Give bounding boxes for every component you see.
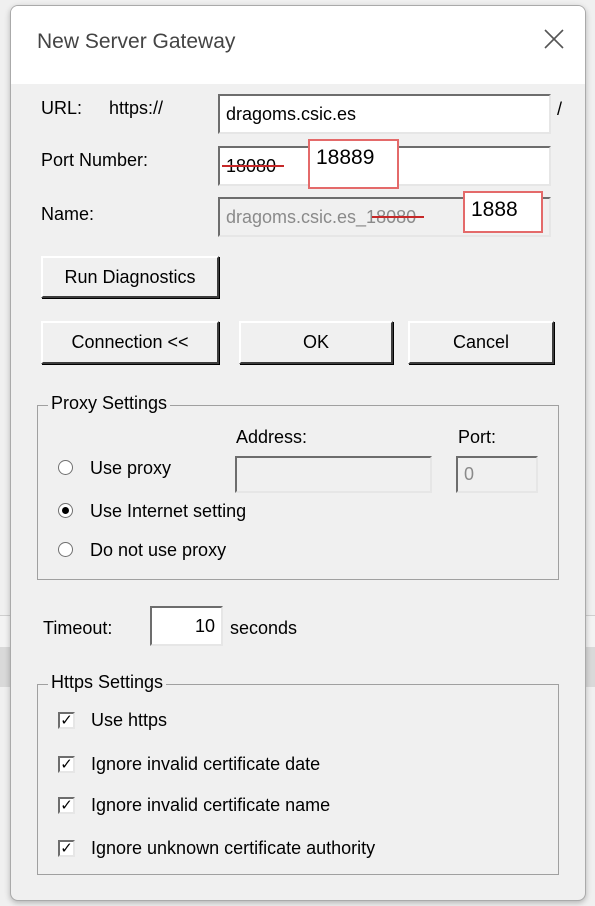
timeout-unit-label: seconds [230,618,298,638]
run-diagnostics-label: Run Diagnostics [64,266,196,287]
ignore-invalid-cert-date-checkbox[interactable]: ✓ [58,756,75,773]
close-icon[interactable] [539,24,569,54]
proxy-address-label: Address: [236,427,308,447]
url-input[interactable]: dragoms.csic.es [218,94,551,134]
port-number-label: Port Number: [41,150,149,170]
strikethrough-mark [372,216,425,219]
use-https-label[interactable]: Use https [91,710,167,731]
name-label: Name: [41,204,95,224]
do-not-use-proxy-label[interactable]: Do not use proxy [90,540,226,561]
dialog-title: New Server Gateway [37,30,236,53]
url-suffix-label: / [557,99,563,119]
port-annotation-box: 18889 [308,139,399,189]
cancel-label: Cancel [452,332,510,352]
use-proxy-label[interactable]: Use proxy [90,458,171,479]
timeout-value: 10 [194,616,215,636]
ok-label: OK [302,332,329,352]
use-internet-setting-radio[interactable] [58,503,73,518]
run-diagnostics-button[interactable]: Run Diagnostics [41,256,219,298]
proxy-port-label: Port: [458,427,497,447]
use-https-checkbox[interactable]: ✓ [58,712,75,729]
cancel-button[interactable]: Cancel [408,321,554,364]
timeout-label: Timeout: [43,618,113,638]
proxy-port-input: 0 [456,456,538,493]
proxy-port-value: 0 [464,464,475,484]
url-value: dragoms.csic.es [226,104,357,124]
connection-button[interactable]: Connection << [41,321,219,364]
port-old-value: 18080 [222,157,285,175]
connection-label: Connection << [71,332,189,352]
ignore-invalid-cert-date-label[interactable]: Ignore invalid certificate date [91,754,320,775]
name-value: dragoms.csic.es_1 [226,207,377,227]
https-settings-legend: Https Settings [48,672,167,693]
radio-selected-dot [62,507,69,514]
timeout-input[interactable]: 10 [150,606,223,646]
use-internet-setting-label[interactable]: Use Internet setting [90,501,246,522]
proxy-address-input [235,456,432,493]
new-server-gateway-dialog: New Server Gateway URL: https:// dragoms… [10,5,586,901]
ok-button[interactable]: OK [239,321,393,364]
port-new-value: 18889 [316,146,375,169]
url-label: URL: [41,98,83,118]
ignore-invalid-cert-name-checkbox[interactable]: ✓ [58,797,75,814]
title-bar: New Server Gateway [11,6,585,84]
use-proxy-radio[interactable] [58,460,73,475]
ignore-invalid-cert-name-label[interactable]: Ignore invalid certificate name [91,795,330,816]
name-annotation-value: 1888 [471,198,518,221]
name-annotation-box: 1888 [463,191,543,233]
ignore-unknown-cert-authority-checkbox[interactable]: ✓ [58,840,75,857]
do-not-use-proxy-radio[interactable] [58,542,73,557]
name-struck-value: 8080 [372,208,425,226]
ignore-unknown-cert-authority-label[interactable]: Ignore unknown certificate authority [91,838,375,859]
strikethrough-mark [222,165,285,168]
proxy-settings-legend: Proxy Settings [48,393,171,414]
url-prefix-label: https:// [109,98,164,118]
